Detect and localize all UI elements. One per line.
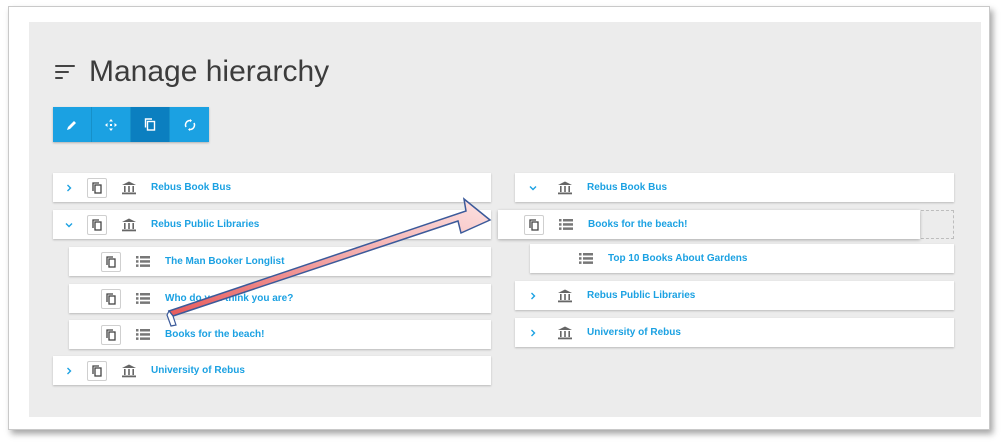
edit-button[interactable] — [53, 107, 92, 142]
library-icon — [555, 289, 575, 303]
library-icon — [555, 181, 575, 195]
tree-row-label[interactable]: Top 10 Books About Gardens — [608, 253, 747, 264]
list-icon — [576, 253, 596, 264]
tree-row-label[interactable]: The Man Booker Longlist — [165, 256, 284, 267]
copy-icon[interactable] — [101, 251, 121, 272]
refresh-icon — [184, 118, 195, 131]
tree-row-label[interactable]: Rebus Public Libraries — [587, 290, 695, 301]
toolbar — [53, 107, 209, 142]
chevron-right-icon[interactable] — [523, 292, 543, 300]
tree-row-label[interactable]: Rebus Book Bus — [587, 182, 667, 193]
copy-icon[interactable] — [524, 214, 544, 235]
tree-row-label[interactable]: Who do you think you are? — [165, 293, 293, 304]
tree-row-list[interactable]: Who do you think you are? — [69, 284, 491, 313]
copy-icon[interactable] — [101, 288, 121, 309]
move-button[interactable] — [92, 107, 131, 142]
tree-row-list[interactable]: The Man Booker Longlist — [69, 247, 491, 276]
move-icon — [105, 118, 117, 131]
list-icon — [133, 329, 153, 340]
tree-row-label[interactable]: Books for the beach! — [588, 219, 687, 230]
copy-icon[interactable] — [101, 324, 121, 345]
tree-row-label[interactable]: Rebus Book Bus — [151, 182, 231, 193]
chevron-right-icon[interactable] — [59, 184, 79, 192]
tree-row-list[interactable]: Top 10 Books About Gardens — [530, 244, 954, 273]
library-icon — [119, 181, 139, 195]
chevron-right-icon[interactable] — [523, 329, 543, 337]
pencil-icon — [67, 120, 76, 130]
chevron-down-icon[interactable] — [59, 221, 79, 229]
copy-icon[interactable] — [87, 360, 107, 381]
page-title: Manage hierarchy — [89, 55, 330, 88]
copy-icon[interactable] — [87, 214, 107, 235]
tree-row-label[interactable]: University of Rebus — [151, 365, 245, 376]
copy-icon — [144, 118, 156, 131]
tree-row-label[interactable]: Books for the beach! — [165, 329, 264, 340]
tree-row-label[interactable]: Rebus Public Libraries — [151, 219, 259, 230]
tree-row-library[interactable]: University of Rebus — [53, 356, 491, 385]
tree-row-library[interactable]: University of Rebus — [515, 318, 954, 347]
tree-row-label[interactable]: University of Rebus — [587, 327, 681, 338]
library-icon — [555, 326, 575, 340]
chevron-down-icon[interactable] — [523, 184, 543, 192]
refresh-button[interactable] — [170, 107, 209, 142]
page-header: Manage hierarchy — [55, 52, 329, 92]
library-icon — [119, 218, 139, 232]
tree-row-library[interactable]: Rebus Book Bus — [515, 173, 954, 202]
list-icon — [556, 219, 576, 230]
tree-row-library[interactable]: Rebus Public Libraries — [53, 210, 491, 239]
tree-row-library[interactable]: Rebus Public Libraries — [515, 281, 954, 310]
sort-icon — [55, 62, 77, 82]
dragged-tree-row[interactable]: Books for the beach! — [498, 210, 920, 239]
list-icon — [133, 293, 153, 304]
chevron-right-icon[interactable] — [59, 367, 79, 375]
tree-row-library[interactable]: Rebus Book Bus — [53, 173, 491, 202]
copy-icon[interactable] — [87, 177, 107, 198]
tree-row-list[interactable]: Books for the beach! — [69, 320, 491, 349]
library-icon — [119, 364, 139, 378]
copy-button[interactable] — [131, 107, 170, 142]
list-icon — [133, 256, 153, 267]
